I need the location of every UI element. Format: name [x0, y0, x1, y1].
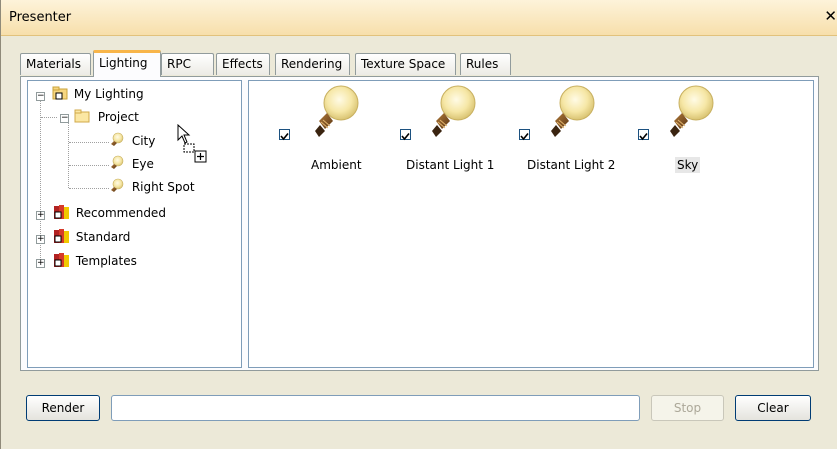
library-book-icon — [54, 253, 69, 267]
tree-label: Eye — [131, 157, 154, 171]
bulb-icon — [108, 132, 124, 148]
clear-button[interactable]: Clear — [735, 395, 811, 421]
tab-effects[interactable]: Effects — [216, 53, 270, 75]
tree-node-right-spot[interactable]: Right Spot — [108, 177, 195, 197]
light-label: Ambient — [311, 158, 362, 172]
stop-button[interactable]: Stop — [651, 395, 724, 421]
light-label: Distant Light 1 — [406, 158, 495, 172]
tree-node-city[interactable]: City — [108, 131, 155, 151]
light-label: Distant Light 2 — [527, 158, 616, 172]
checkmark-icon — [520, 132, 529, 141]
window-title: Presenter — [9, 10, 72, 25]
tree-node-templates[interactable]: Templates — [52, 251, 137, 271]
tree-node-project[interactable]: Project — [74, 107, 139, 127]
light-item[interactable]: Distant Light 1 — [400, 81, 520, 181]
light-item[interactable]: Ambient — [279, 81, 399, 181]
expand-icon[interactable]: + — [36, 235, 45, 244]
tree-label: City — [131, 134, 156, 148]
render-button[interactable]: Render — [26, 395, 100, 421]
library-book-icon — [54, 229, 69, 243]
bulb-icon — [108, 178, 124, 194]
folder-icon — [52, 86, 68, 100]
presenter-window: Presenter ✕ Materials Lighting RPC Effec… — [0, 0, 837, 449]
checkmark-icon — [280, 132, 289, 141]
tab-texture-space[interactable]: Texture Space — [355, 53, 456, 75]
tab-rendering[interactable]: Rendering — [275, 53, 350, 75]
drag-copy-cursor-icon — [177, 124, 207, 163]
tree-node-standard[interactable]: Standard — [52, 227, 130, 247]
tree-connector — [69, 188, 109, 189]
collapse-icon[interactable]: − — [60, 114, 69, 123]
light-checkbox[interactable] — [400, 129, 411, 141]
tree-label: Right Spot — [131, 180, 195, 194]
expand-icon[interactable]: + — [36, 211, 45, 220]
checkmark-icon — [639, 132, 648, 141]
tree-label: Standard — [75, 230, 131, 244]
tree-node-my-lighting[interactable]: My Lighting — [52, 84, 144, 104]
light-bulb-icon — [658, 81, 722, 145]
tree-connector — [69, 165, 109, 166]
tree-label: Templates — [75, 254, 137, 268]
light-label: Sky — [675, 157, 701, 173]
tab-lighting[interactable]: Lighting — [93, 50, 161, 77]
tab-materials[interactable]: Materials — [20, 53, 91, 75]
expand-icon[interactable]: + — [36, 259, 45, 268]
light-bulb-icon — [303, 81, 367, 145]
tab-rules[interactable]: Rules — [460, 53, 511, 75]
tree-connector — [69, 142, 109, 143]
light-checkbox[interactable] — [279, 129, 290, 141]
tree-label: Project — [97, 110, 139, 124]
lighting-panel: − My Lighting − Project City Eye Right S… — [20, 76, 819, 371]
light-item[interactable]: Sky — [638, 81, 758, 181]
tree-guide-line — [68, 121, 69, 188]
tab-rpc[interactable]: RPC — [161, 53, 214, 75]
light-bulb-icon — [539, 81, 603, 145]
light-checkbox[interactable] — [638, 129, 649, 141]
tree-node-recommended[interactable]: Recommended — [52, 203, 166, 223]
light-item[interactable]: Distant Light 2 — [519, 81, 639, 181]
tree-label: Recommended — [75, 206, 166, 220]
light-bulb-icon — [420, 81, 484, 145]
library-book-icon — [54, 205, 69, 219]
tree-node-eye[interactable]: Eye — [108, 154, 154, 174]
bulb-icon — [108, 155, 124, 171]
tree-connector — [41, 117, 57, 118]
collapse-icon[interactable]: − — [36, 92, 45, 101]
checkmark-icon — [401, 132, 410, 141]
light-checkbox[interactable] — [519, 129, 530, 141]
title-bar: Presenter ✕ — [1, 0, 837, 36]
folder-icon — [74, 109, 90, 123]
close-icon[interactable]: ✕ — [824, 7, 837, 25]
tree-label: My Lighting — [73, 87, 144, 101]
light-list[interactable]: Ambient Distant Light 1 Distant Light 2 — [248, 80, 814, 368]
render-progress-field — [111, 395, 640, 421]
